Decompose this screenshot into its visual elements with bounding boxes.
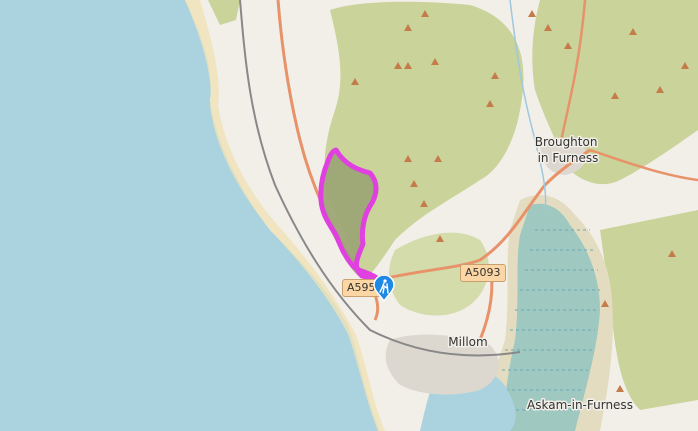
hiking-icon — [373, 274, 395, 303]
place-label-line: in Furness — [538, 151, 599, 165]
hiking-marker[interactable] — [373, 274, 395, 303]
place-label-askam[interactable]: Askam-in-Furness — [526, 397, 635, 414]
map-canvas[interactable]: Broughton in Furness Millom Askam-in-Fur… — [0, 0, 698, 431]
road-shield-a5093: A5093 — [460, 264, 506, 282]
place-label-millom[interactable]: Millom — [447, 334, 489, 351]
place-label-line: Broughton — [535, 135, 598, 149]
